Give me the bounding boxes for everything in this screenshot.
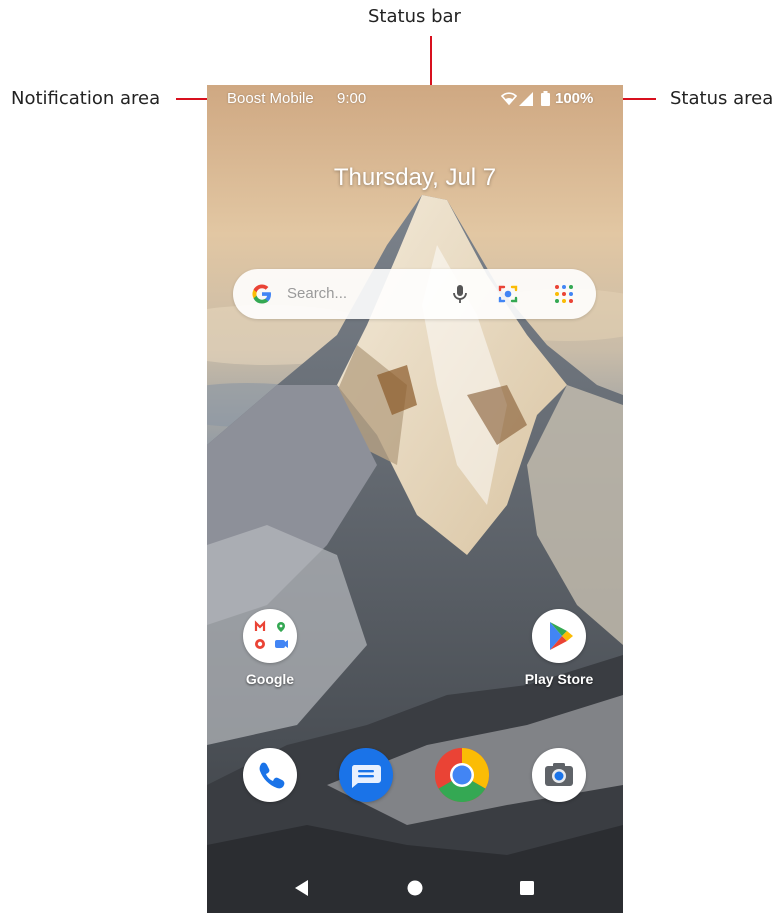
phone-icon: [259, 762, 285, 789]
chrome-icon: [435, 748, 489, 802]
app-label-google: Google: [245, 671, 295, 687]
notification-area-callout: Notification area: [11, 88, 161, 109]
microphone-icon[interactable]: [448, 282, 472, 306]
status-area-callout: Status area: [670, 88, 774, 109]
cell-signal-icon: [519, 92, 533, 106]
status-bar-callout: Status bar: [368, 6, 461, 27]
home-icon[interactable]: [395, 863, 435, 913]
clock: 9:00: [337, 90, 367, 107]
navigation-bar: [207, 863, 623, 913]
date-widget[interactable]: Thursday, Jul 7: [207, 164, 623, 192]
phone-screen: Boost Mobile 9:00 100% Thursday, Jul 7 S…: [207, 85, 623, 913]
play-store-icon: [550, 622, 573, 650]
google-g-icon: [252, 284, 271, 304]
back-icon[interactable]: [282, 863, 322, 913]
recents-icon[interactable]: [507, 863, 547, 913]
dock-camera[interactable]: [511, 748, 607, 802]
app-label-play-store: Play Store: [524, 671, 594, 687]
google-search-bar[interactable]: Search...: [233, 269, 596, 319]
lens-camera-icon[interactable]: [496, 282, 520, 306]
camera-icon: [545, 763, 573, 786]
carrier-name: Boost Mobile: [227, 90, 314, 107]
app-google-folder[interactable]: Google: [222, 609, 318, 687]
google-folder-icon: [254, 620, 288, 649]
messages-icon: [351, 765, 381, 788]
battery-icon: [541, 91, 550, 106]
battery-percent: 100%: [555, 90, 594, 107]
wifi-icon: [501, 92, 517, 106]
dock-messages[interactable]: [318, 748, 414, 802]
dock-phone[interactable]: [222, 748, 318, 802]
app-play-store[interactable]: Play Store: [511, 609, 607, 687]
search-input[interactable]: Search...: [287, 285, 347, 302]
app-grid-icon[interactable]: [552, 282, 576, 306]
dock-chrome[interactable]: [414, 748, 510, 802]
